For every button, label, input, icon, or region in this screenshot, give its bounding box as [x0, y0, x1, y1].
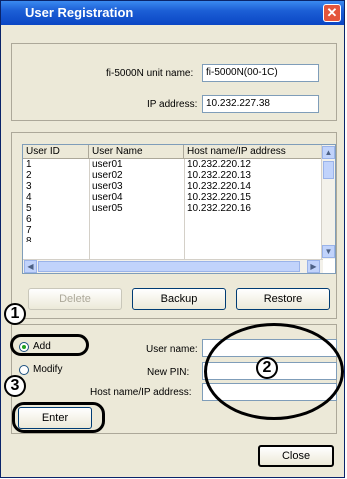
scroll-thumb[interactable] — [323, 161, 334, 179]
cell-user-id: 7 — [26, 225, 32, 236]
modify-radio-label[interactable]: Modify — [33, 364, 62, 375]
host-label: Host name/IP address: — [90, 387, 192, 398]
cell-user-id: 6 — [26, 214, 32, 225]
cell-host — [184, 225, 187, 236]
scroll-down-icon[interactable]: ▼ — [322, 245, 335, 258]
cell-user-name: user05 — [92, 203, 123, 214]
modify-radio[interactable] — [19, 365, 29, 375]
cell-user-name: user04 — [92, 192, 123, 203]
cell-host: 10.232.220.15 — [187, 192, 251, 203]
cell-user-name — [89, 225, 92, 236]
scroll-left-icon[interactable]: ◀ — [24, 260, 37, 273]
cell-user-name — [89, 214, 92, 225]
scroll-thumb[interactable] — [38, 261, 300, 272]
callout-number-1: 1 — [4, 303, 26, 325]
cell-user-name: user03 — [92, 181, 123, 192]
horizontal-scrollbar[interactable]: ◀ ▶ — [23, 259, 323, 273]
callout-enter-outline — [12, 402, 105, 433]
cell-user-id: 4 — [26, 192, 32, 203]
cell-user-name — [89, 236, 92, 242]
cell-host: 10.232.220.13 — [187, 170, 251, 181]
window-title: User Registration — [25, 5, 134, 20]
vertical-scrollbar[interactable]: ▲ ▼ — [321, 145, 335, 259]
column-header-user-id[interactable]: User ID — [23, 145, 89, 159]
unit-info-panel: fi-5000N unit name: fi-5000N(00-1C) IP a… — [11, 43, 337, 121]
user-registration-window: User Registration ✕ fi-5000N unit name: … — [0, 0, 345, 478]
close-button[interactable]: Close — [258, 445, 334, 467]
callout-number-3: 3 — [4, 375, 26, 397]
cell-user-id: 8 — [26, 236, 32, 242]
cell-host: 10.232.220.12 — [187, 159, 251, 170]
cell-user-id: 1 — [26, 159, 32, 170]
cell-host — [184, 214, 187, 225]
cell-user-name: user02 — [92, 170, 123, 181]
title-bar[interactable]: User Registration ✕ — [1, 1, 344, 25]
unit-name-field: fi-5000N(00-1C) — [202, 64, 319, 82]
user-table[interactable]: User ID User Name Host name/IP address 1… — [22, 144, 336, 274]
scroll-right-icon[interactable]: ▶ — [307, 260, 320, 273]
callout-add-outline — [10, 334, 89, 356]
column-header-host[interactable]: Host name/IP address — [184, 145, 323, 159]
new-pin-label: New PIN: — [147, 367, 190, 378]
callout-number-2: 2 — [256, 357, 278, 379]
cell-user-id: 5 — [26, 203, 32, 214]
cell-host: 10.232.220.14 — [187, 181, 251, 192]
unit-name-label: fi-5000N unit name: — [106, 68, 194, 79]
cell-host — [184, 236, 187, 242]
column-header-user-name[interactable]: User Name — [89, 145, 184, 159]
cell-host: 10.232.220.16 — [187, 203, 251, 214]
delete-button[interactable]: Delete — [28, 288, 122, 310]
cell-user-id: 2 — [26, 170, 32, 181]
restore-button[interactable]: Restore — [236, 288, 330, 310]
window-close-button[interactable]: ✕ — [323, 4, 341, 22]
backup-button[interactable]: Backup — [132, 288, 226, 310]
cell-user-name: user01 — [92, 159, 123, 170]
ip-address-field: 10.232.227.38 — [202, 95, 319, 113]
user-name-label: User name: — [146, 344, 198, 355]
scroll-up-icon[interactable]: ▲ — [322, 146, 335, 159]
ip-address-label: IP address: — [147, 99, 198, 110]
cell-user-id: 3 — [26, 181, 32, 192]
